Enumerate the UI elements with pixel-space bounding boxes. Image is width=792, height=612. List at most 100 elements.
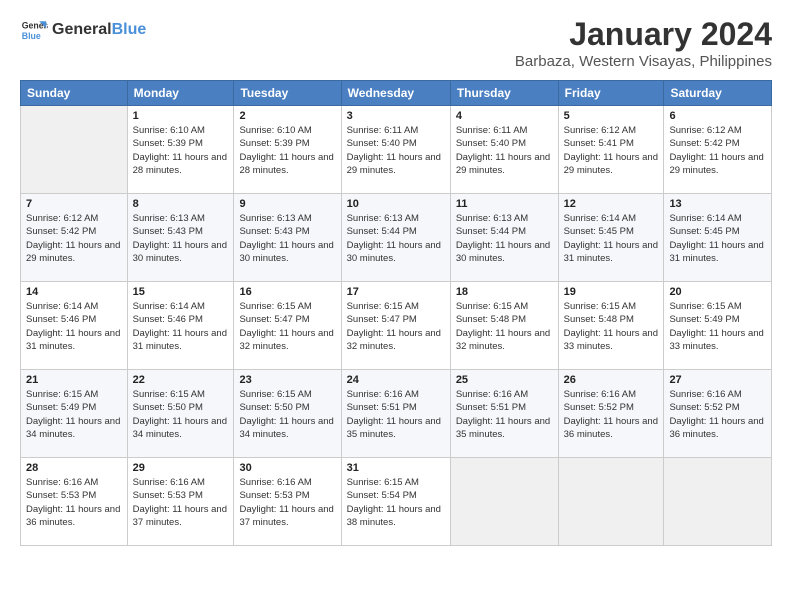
day-info: Sunrise: 6:14 AMSunset: 5:46 PMDaylight:… [133,300,229,353]
table-cell: 17 Sunrise: 6:15 AMSunset: 5:47 PMDayligh… [341,282,450,370]
col-friday: Friday [558,81,664,106]
col-tuesday: Tuesday [234,81,341,106]
table-cell [664,458,772,546]
table-cell: 27 Sunrise: 6:16 AMSunset: 5:52 PMDayligh… [664,370,772,458]
calendar-header-row: Sunday Monday Tuesday Wednesday Thursday… [21,81,772,106]
table-cell [450,458,558,546]
col-wednesday: Wednesday [341,81,450,106]
day-number: 2 [239,110,335,122]
calendar-week-row: 28 Sunrise: 6:16 AMSunset: 5:53 PMDayligh… [21,458,772,546]
table-cell: 3 Sunrise: 6:11 AMSunset: 5:40 PMDaylight… [341,106,450,194]
day-info: Sunrise: 6:16 AMSunset: 5:51 PMDaylight:… [456,388,553,441]
day-number: 29 [133,462,229,474]
day-number: 26 [564,374,659,386]
table-cell: 4 Sunrise: 6:11 AMSunset: 5:40 PMDaylight… [450,106,558,194]
calendar-week-row: 7Sunrise: 6:12 AMSunset: 5:42 PMDaylight… [21,194,772,282]
day-number: 24 [347,374,445,386]
day-number: 25 [456,374,553,386]
table-cell: 12 Sunrise: 6:14 AMSunset: 5:45 PMDayligh… [558,194,664,282]
header: General Blue GeneralBlue January 2024 Ba… [20,16,772,70]
day-info: Sunrise: 6:10 AMSunset: 5:39 PMDaylight:… [239,124,335,177]
day-info: Sunrise: 6:15 AMSunset: 5:54 PMDaylight:… [347,476,445,529]
day-number: 21 [26,374,122,386]
table-cell: 31 Sunrise: 6:15 AMSunset: 5:54 PMDayligh… [341,458,450,546]
day-number: 18 [456,286,553,298]
day-info: Sunrise: 6:15 AMSunset: 5:48 PMDaylight:… [456,300,553,353]
day-info: Sunrise: 6:14 AMSunset: 5:46 PMDaylight:… [26,300,122,353]
day-number: 14 [26,286,122,298]
svg-text:Blue: Blue [22,31,41,41]
table-cell: 21 Sunrise: 6:15 AMSunset: 5:49 PMDayligh… [21,370,128,458]
table-cell: 23Sunrise: 6:15 AMSunset: 5:50 PMDayligh… [234,370,341,458]
table-cell: 19Sunrise: 6:15 AMSunset: 5:48 PMDayligh… [558,282,664,370]
day-number: 5 [564,110,659,122]
day-number: 19 [564,286,659,298]
location: Barbaza, Western Visayas, Philippines [515,53,772,70]
table-cell: 13 Sunrise: 6:14 AMSunset: 5:45 PMDayligh… [664,194,772,282]
day-number: 15 [133,286,229,298]
day-info: Sunrise: 6:14 AMSunset: 5:45 PMDaylight:… [564,212,659,265]
calendar: Sunday Monday Tuesday Wednesday Thursday… [20,80,772,546]
day-info: Sunrise: 6:16 AMSunset: 5:52 PMDaylight:… [669,388,766,441]
day-info: Sunrise: 6:12 AMSunset: 5:42 PMDaylight:… [669,124,766,177]
day-number: 17 [347,286,445,298]
table-cell [21,106,128,194]
col-thursday: Thursday [450,81,558,106]
day-number: 4 [456,110,553,122]
day-number: 11 [456,198,553,210]
day-info: Sunrise: 6:15 AMSunset: 5:47 PMDaylight:… [347,300,445,353]
day-info: Sunrise: 6:16 AMSunset: 5:53 PMDaylight:… [239,476,335,529]
day-info: Sunrise: 6:16 AMSunset: 5:53 PMDaylight:… [133,476,229,529]
table-cell: 28 Sunrise: 6:16 AMSunset: 5:53 PMDayligh… [21,458,128,546]
table-cell: 24 Sunrise: 6:16 AMSunset: 5:51 PMDayligh… [341,370,450,458]
day-info: Sunrise: 6:15 AMSunset: 5:49 PMDaylight:… [26,388,122,441]
day-number: 27 [669,374,766,386]
table-cell: 15 Sunrise: 6:14 AMSunset: 5:46 PMDayligh… [127,282,234,370]
day-number: 16 [239,286,335,298]
day-info: Sunrise: 6:14 AMSunset: 5:45 PMDaylight:… [669,212,766,265]
logo: General Blue GeneralBlue [20,16,146,44]
table-cell [558,458,664,546]
day-info: Sunrise: 6:10 AMSunset: 5:39 PMDaylight:… [133,124,229,177]
day-info: Sunrise: 6:11 AMSunset: 5:40 PMDaylight:… [347,124,445,177]
table-cell: 14 Sunrise: 6:14 AMSunset: 5:46 PMDayligh… [21,282,128,370]
table-cell: 16 Sunrise: 6:15 AMSunset: 5:47 PMDayligh… [234,282,341,370]
table-cell: 26Sunrise: 6:16 AMSunset: 5:52 PMDayligh… [558,370,664,458]
table-cell: 30 Sunrise: 6:16 AMSunset: 5:53 PMDayligh… [234,458,341,546]
day-info: Sunrise: 6:16 AMSunset: 5:53 PMDaylight:… [26,476,122,529]
table-cell: 1Sunrise: 6:10 AMSunset: 5:39 PMDaylight… [127,106,234,194]
col-saturday: Saturday [664,81,772,106]
day-info: Sunrise: 6:16 AMSunset: 5:51 PMDaylight:… [347,388,445,441]
table-cell: 22Sunrise: 6:15 AMSunset: 5:50 PMDayligh… [127,370,234,458]
day-number: 31 [347,462,445,474]
day-info: Sunrise: 6:13 AMSunset: 5:43 PMDaylight:… [239,212,335,265]
table-cell: 2 Sunrise: 6:10 AMSunset: 5:39 PMDaylight… [234,106,341,194]
table-cell: 25 Sunrise: 6:16 AMSunset: 5:51 PMDayligh… [450,370,558,458]
day-info: Sunrise: 6:11 AMSunset: 5:40 PMDaylight:… [456,124,553,177]
table-cell: 8Sunrise: 6:13 AMSunset: 5:43 PMDaylight… [127,194,234,282]
title-section: January 2024 Barbaza, Western Visayas, P… [515,16,772,70]
day-number: 3 [347,110,445,122]
table-cell: 18 Sunrise: 6:15 AMSunset: 5:48 PMDayligh… [450,282,558,370]
day-number: 10 [347,198,445,210]
day-number: 23 [239,374,335,386]
page: General Blue GeneralBlue January 2024 Ba… [0,0,792,612]
day-number: 30 [239,462,335,474]
day-info: Sunrise: 6:15 AMSunset: 5:49 PMDaylight:… [669,300,766,353]
day-info: Sunrise: 6:12 AMSunset: 5:41 PMDaylight:… [564,124,659,177]
day-number: 9 [239,198,335,210]
month-title: January 2024 [515,16,772,53]
table-cell: 7Sunrise: 6:12 AMSunset: 5:42 PMDaylight… [21,194,128,282]
day-info: Sunrise: 6:15 AMSunset: 5:47 PMDaylight:… [239,300,335,353]
day-info: Sunrise: 6:13 AMSunset: 5:44 PMDaylight:… [347,212,445,265]
table-cell: 6Sunrise: 6:12 AMSunset: 5:42 PMDaylight… [664,106,772,194]
day-number: 28 [26,462,122,474]
logo-general: General [52,21,112,38]
table-cell: 5 Sunrise: 6:12 AMSunset: 5:41 PMDaylight… [558,106,664,194]
col-sunday: Sunday [21,81,128,106]
col-monday: Monday [127,81,234,106]
day-number: 12 [564,198,659,210]
day-number: 7 [26,198,122,210]
table-cell: 20Sunrise: 6:15 AMSunset: 5:49 PMDayligh… [664,282,772,370]
day-number: 13 [669,198,766,210]
